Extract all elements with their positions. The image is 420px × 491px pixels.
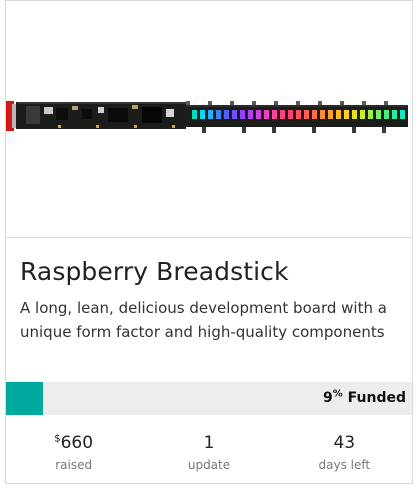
days-left-count: 43 — [333, 433, 356, 453]
updates-count: 1 — [203, 433, 215, 453]
stat-label: raised — [55, 458, 93, 472]
stat-label: update — [187, 458, 231, 472]
funded-percent-symbol: % — [332, 388, 343, 400]
project-stats: $660 raised 1 update 43 days left — [6, 415, 412, 483]
funding-progress-bar: 9% Funded — [6, 382, 412, 415]
project-card[interactable]: Raspberry Breadstick A long, lean, delic… — [5, 0, 413, 484]
stat-days-left: 43 days left — [284, 415, 404, 472]
progress-fill — [6, 382, 43, 415]
stat-value: 43 — [284, 433, 404, 453]
stat-raised: $660 raised — [14, 415, 134, 472]
stat-value: 1 — [149, 433, 269, 453]
stat-value: $660 — [14, 433, 134, 453]
project-content: Raspberry Breadstick A long, lean, delic… — [6, 237, 412, 382]
project-description: A long, lean, delicious development boar… — [20, 299, 387, 341]
project-title[interactable]: Raspberry Breadstick — [20, 257, 398, 287]
raised-amount: 660 — [60, 433, 94, 453]
funded-label: Funded — [347, 390, 406, 406]
funded-percent-value: 9 — [323, 390, 333, 406]
project-image[interactable] — [6, 1, 412, 238]
stat-updates[interactable]: 1 update — [149, 415, 269, 472]
funded-percentage: 9% Funded — [323, 382, 406, 415]
breadstick-board-illustration — [6, 101, 408, 133]
stat-label: days left — [318, 458, 371, 472]
